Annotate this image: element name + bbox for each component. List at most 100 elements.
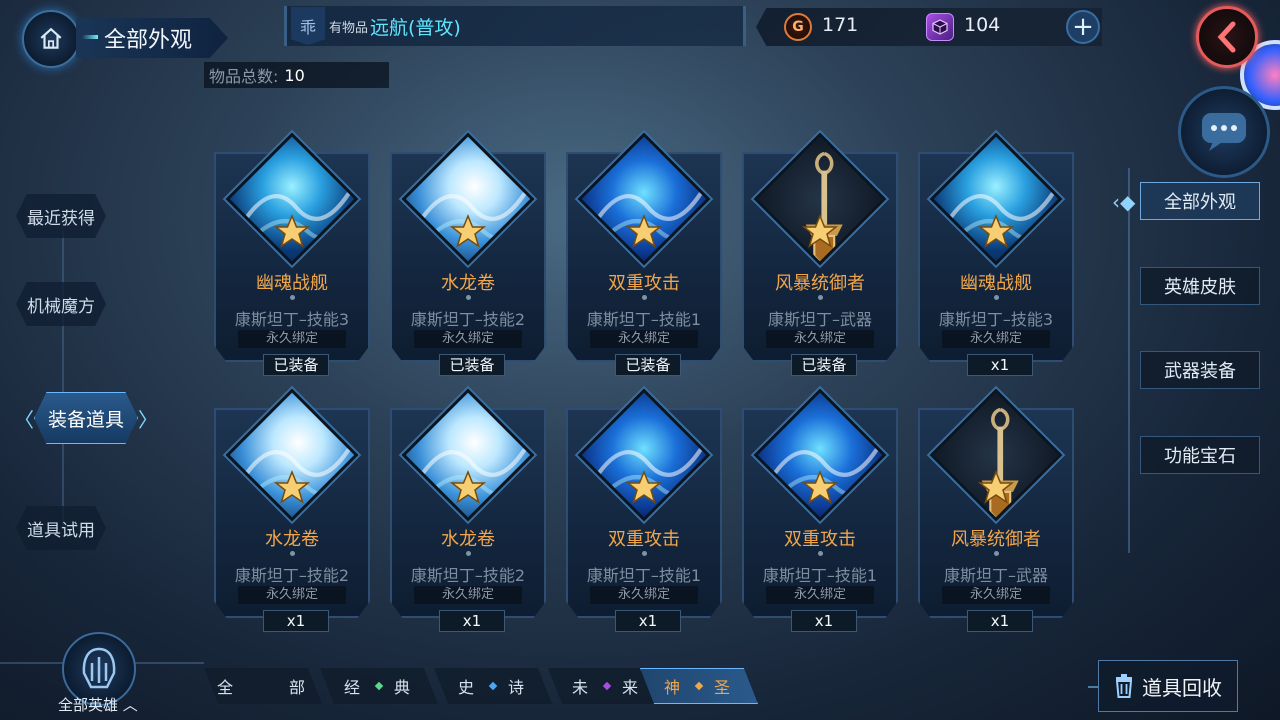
- chat-button[interactable]: [1178, 86, 1270, 178]
- item-description: 康斯坦丁–技能2: [410, 310, 526, 329]
- item-binding: 永久绑定: [766, 586, 874, 604]
- filter-tab-label-left: 全: [216, 678, 237, 697]
- trash-icon: [1115, 674, 1133, 698]
- rarity-dot-icon: [251, 674, 275, 698]
- item-binding: 永久绑定: [942, 586, 1050, 604]
- item-description: 康斯坦丁–武器: [943, 566, 1048, 585]
- nav-right-chevron-icon: 〉: [138, 408, 158, 432]
- item-description: 康斯坦丁–技能1: [762, 566, 878, 585]
- chevron-up-icon: ︿: [122, 696, 138, 714]
- item-total-label: 物品总数:: [209, 67, 279, 86]
- rarity-dot-icon: [374, 681, 384, 691]
- item-status-badge: 已装备: [439, 354, 505, 376]
- item-recycle-button[interactable]: 道具回收: [1098, 660, 1238, 712]
- item-total: 物品总数: 10: [204, 62, 389, 88]
- add-currency-button[interactable]: +: [1066, 10, 1100, 44]
- filter-tab[interactable]: 经典: [320, 668, 438, 704]
- rarity-star-icon: [450, 470, 486, 504]
- page-title: 全部外观: [76, 18, 228, 58]
- rarity-dot-icon: [488, 681, 498, 691]
- item-name: 双重攻击: [608, 529, 680, 550]
- item-name: 风暴统御者: [951, 529, 1041, 550]
- nav-mech-cube[interactable]: 机械魔方: [16, 282, 106, 326]
- nav-left-chevron-icon: 〈: [14, 408, 34, 432]
- item-status-badge: 已装备: [615, 354, 681, 376]
- rarity-star-icon: [978, 470, 1014, 504]
- filter-tab-label-left: 未: [571, 678, 592, 697]
- item-description: 康斯坦丁–技能3: [234, 310, 350, 329]
- back-button[interactable]: [1196, 6, 1258, 68]
- nav-trial[interactable]: 道具试用: [16, 506, 106, 550]
- all-heroes-text: 全部英雄: [58, 696, 119, 714]
- tab-hero-skins[interactable]: 英雄皮肤: [1140, 267, 1260, 305]
- filter-tab-label-right: 部: [289, 678, 310, 697]
- item-status-badge: x1: [263, 610, 329, 632]
- separator-dot: [642, 295, 647, 300]
- gem-cube-icon: [926, 13, 954, 41]
- filter-tab-label-right: 典: [394, 678, 415, 697]
- separator-dot: [290, 295, 295, 300]
- item-binding: 永久绑定: [590, 586, 698, 604]
- rarity-dot-icon: [602, 681, 612, 691]
- separator-dot: [818, 551, 823, 556]
- item-name: 双重攻击: [784, 529, 856, 550]
- rarity-star-icon: [274, 470, 310, 504]
- banner-badge-icon: 乖: [291, 7, 325, 45]
- item-status-badge: x1: [791, 610, 857, 632]
- item-binding: 永久绑定: [590, 330, 698, 348]
- item-binding: 永久绑定: [414, 330, 522, 348]
- all-heroes-label[interactable]: 全部英雄 ︿: [58, 694, 138, 715]
- item-description: 康斯坦丁–技能2: [410, 566, 526, 585]
- tab-all-appearance[interactable]: 全部外观: [1140, 182, 1260, 220]
- separator-dot: [466, 551, 471, 556]
- item-name: 幽魂战舰: [256, 273, 328, 294]
- item-recycle-label: 道具回收: [1142, 675, 1222, 700]
- item-name: 水龙卷: [265, 529, 319, 550]
- item-binding: 永久绑定: [238, 330, 346, 348]
- right-tabs-track: [1128, 168, 1130, 553]
- separator-dot: [994, 551, 999, 556]
- item-description: 康斯坦丁–技能3: [938, 310, 1054, 329]
- rarity-star-icon: [802, 470, 838, 504]
- item-status-badge: x1: [615, 610, 681, 632]
- tab-function-gems[interactable]: 功能宝石: [1140, 436, 1260, 474]
- home-icon: [40, 27, 62, 49]
- home-button[interactable]: [22, 10, 80, 68]
- left-nav-track: [62, 230, 64, 530]
- filter-tab-label-right: 圣: [714, 678, 735, 697]
- item-binding: 永久绑定: [942, 330, 1050, 348]
- filter-tab-label-left: 史: [457, 678, 478, 697]
- rarity-star-icon: [626, 214, 662, 248]
- item-description: 康斯坦丁–武器: [767, 310, 872, 329]
- rarity-star-icon: [274, 214, 310, 248]
- filter-tab[interactable]: 神圣: [640, 668, 758, 704]
- gem-amount: 104: [964, 14, 1001, 36]
- item-binding: 永久绑定: [238, 586, 346, 604]
- separator-dot: [290, 551, 295, 556]
- item-name: 风暴统御者: [775, 273, 865, 294]
- recycle-connector: [1088, 686, 1098, 688]
- gold-amount: 171: [822, 14, 859, 36]
- nav-recent[interactable]: 最近获得: [16, 194, 106, 238]
- item-total-value: 10: [284, 65, 305, 85]
- filter-tab-label-left: 经: [343, 678, 364, 697]
- gold-coin-icon: G: [784, 13, 812, 41]
- item-name: 水龙卷: [441, 273, 495, 294]
- filter-tab[interactable]: 全部: [204, 668, 322, 704]
- item-status-badge: x1: [967, 354, 1033, 376]
- separator-dot: [994, 295, 999, 300]
- tab-weapon-gear[interactable]: 武器装备: [1140, 351, 1260, 389]
- banner-prefix: 有物品: [329, 20, 369, 36]
- item-name: 双重攻击: [608, 273, 680, 294]
- filter-tab[interactable]: 史诗: [434, 668, 552, 704]
- item-binding: 永久绑定: [414, 586, 522, 604]
- selected-item-banner[interactable]: 乖 有物品 远航(普攻): [284, 6, 746, 46]
- helmet-icon: [82, 647, 116, 689]
- rarity-dot-icon: [694, 681, 704, 691]
- nav-equipment[interactable]: 装备道具: [34, 392, 138, 444]
- rarity-star-icon: [802, 214, 838, 248]
- filter-tab-label-right: 诗: [508, 678, 529, 697]
- rarity-star-icon: [626, 470, 662, 504]
- item-name: 幽魂战舰: [960, 273, 1032, 294]
- item-description: 康斯坦丁–技能2: [234, 566, 350, 585]
